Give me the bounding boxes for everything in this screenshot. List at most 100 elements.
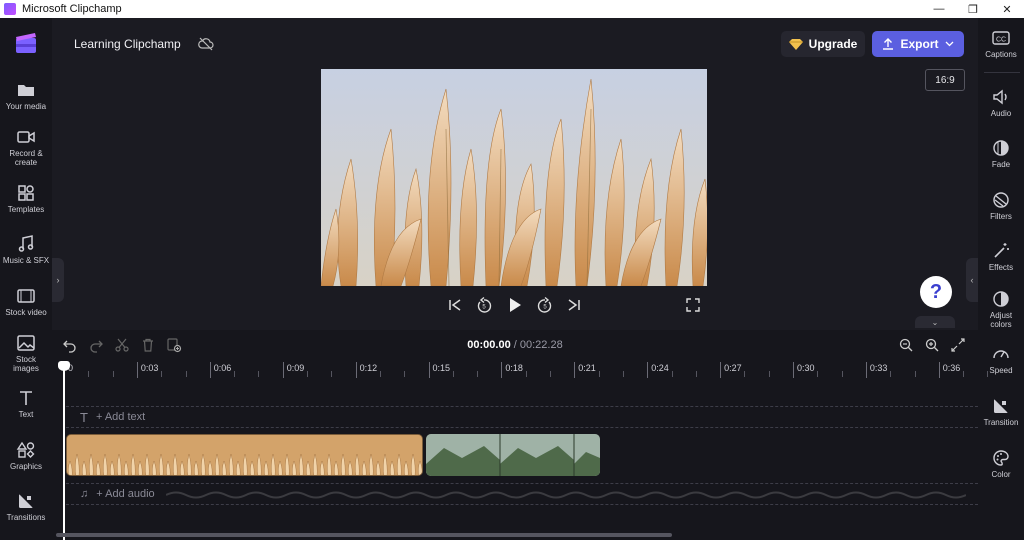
speedometer-icon xyxy=(993,350,1009,359)
ruler-minor-tick xyxy=(841,371,843,377)
scissors-icon[interactable] xyxy=(114,337,130,353)
fullscreen-icon[interactable] xyxy=(684,296,702,314)
contrast-icon xyxy=(993,291,1009,307)
property-fade[interactable]: Fade xyxy=(978,138,1024,169)
property-label: Fade xyxy=(991,160,1011,169)
chevron-down-icon xyxy=(945,41,953,47)
sidebar-item-stock-images[interactable]: Stock images xyxy=(0,333,52,373)
clipchamp-logo[interactable] xyxy=(13,30,39,56)
property-audio[interactable]: Audio xyxy=(978,87,1024,118)
restore-button[interactable]: ❐ xyxy=(956,0,990,18)
captions-icon: CC xyxy=(992,31,1010,45)
project-title[interactable]: Learning Clipchamp xyxy=(64,31,191,57)
ruler-tick: 0:06 xyxy=(209,362,231,378)
timeline-ruler[interactable]: 0 0:03 0:06 0:09 0:12 0:15 0:18 0:21 0:24 0:27 0:3… xyxy=(62,362,989,380)
ruler-tick: 0:27 xyxy=(720,362,742,378)
ruler-minor-tick xyxy=(307,371,308,377)
ruler-tick: 0:12 xyxy=(355,362,377,378)
sidebar-item-label: Record & create xyxy=(9,149,43,167)
export-button[interactable]: Export xyxy=(872,31,964,57)
sidebar-item-transitions[interactable]: Transitions xyxy=(0,491,52,522)
sidebar-item-templates[interactable]: Templates xyxy=(0,183,52,214)
text-track[interactable]: T + Add text xyxy=(66,406,978,428)
upgrade-button[interactable]: Upgrade xyxy=(781,31,865,57)
timecode: 00:00.00 / 00:22.28 xyxy=(450,339,580,351)
image-icon xyxy=(17,335,35,351)
ruler-minor-tick xyxy=(890,371,892,377)
property-speed[interactable]: Speed xyxy=(978,344,1024,375)
sidebar-item-record-create[interactable]: Record & create xyxy=(0,127,52,167)
video-preview[interactable] xyxy=(321,69,707,286)
fade-icon xyxy=(993,140,1009,156)
skip-to-start-icon[interactable] xyxy=(446,296,464,314)
redo-icon[interactable] xyxy=(88,337,104,353)
ruler-tick: 0:24 xyxy=(647,362,669,378)
rewind-5-icon[interactable]: 5 xyxy=(475,296,493,314)
svg-text:5: 5 xyxy=(482,305,486,311)
ruler-minor-tick xyxy=(963,371,965,377)
add-to-timeline-icon[interactable] xyxy=(166,337,182,353)
aspect-ratio-button[interactable]: 16:9 xyxy=(925,69,965,91)
time-separator: / xyxy=(510,339,520,351)
property-effects[interactable]: Effects xyxy=(978,241,1024,272)
ruler-tick: 0:36 xyxy=(938,362,960,378)
collapse-left-panel-button[interactable]: › xyxy=(52,258,64,302)
zoom-out-icon[interactable] xyxy=(898,337,914,353)
playhead[interactable] xyxy=(63,366,65,540)
ruler-minor-tick xyxy=(331,371,333,377)
forward-5-icon[interactable]: 5 xyxy=(536,296,554,314)
undo-icon[interactable] xyxy=(62,337,78,353)
property-transition[interactable]: Transition xyxy=(978,396,1024,427)
video-clip-mountain[interactable] xyxy=(426,434,600,476)
collapse-right-panel-button[interactable]: ‹ xyxy=(966,258,978,302)
ruler-minor-tick xyxy=(768,371,770,377)
ruler-minor-tick xyxy=(112,371,114,377)
sidebar-item-label: Text xyxy=(18,410,34,419)
transitions-icon xyxy=(19,494,33,508)
property-color[interactable]: Color xyxy=(978,448,1024,479)
property-label: Color xyxy=(991,470,1011,479)
help-button[interactable]: ? xyxy=(920,276,952,308)
ruler-minor-tick xyxy=(234,371,236,377)
property-label: Effects xyxy=(988,263,1014,272)
ruler-tick: 0:30 xyxy=(793,362,815,378)
timeline-scrollbar[interactable] xyxy=(56,533,672,537)
sidebar-item-label: Stock images xyxy=(13,355,39,373)
svg-text:5: 5 xyxy=(543,305,547,311)
add-audio-label: + Add audio xyxy=(96,488,155,500)
audio-track[interactable]: ♫ + Add audio xyxy=(66,483,978,505)
clip-thumbnails xyxy=(67,435,422,475)
playhead-handle[interactable] xyxy=(58,361,70,371)
waveform-placeholder xyxy=(166,491,966,499)
video-clip-pampas[interactable] xyxy=(66,434,423,476)
property-filters[interactable]: Filters xyxy=(978,190,1024,221)
property-label: Transition xyxy=(983,418,1019,427)
property-captions[interactable]: CC Captions xyxy=(978,28,1024,59)
film-icon xyxy=(17,289,35,303)
cloud-off-icon[interactable] xyxy=(197,35,215,53)
property-adjust-colors[interactable]: Adjust colors xyxy=(978,289,1024,329)
property-label: Adjust colors xyxy=(989,311,1013,329)
window-titlebar: Microsoft Clipchamp — ❐ ✕ xyxy=(0,0,1024,18)
fit-timeline-icon[interactable] xyxy=(950,337,966,353)
sidebar-item-text[interactable]: Text xyxy=(0,388,52,419)
sidebar-item-music-sfx[interactable]: Music & SFX xyxy=(0,234,52,265)
sidebar-item-your-media[interactable]: Your media xyxy=(0,80,52,111)
sidebar-item-graphics[interactable]: Graphics xyxy=(0,440,52,471)
sidebar-item-stock-video[interactable]: Stock video xyxy=(0,286,52,317)
divider xyxy=(984,72,1020,73)
play-icon[interactable] xyxy=(506,296,524,314)
minimize-button[interactable]: — xyxy=(922,0,956,18)
zoom-in-icon[interactable] xyxy=(924,337,940,353)
trash-icon[interactable] xyxy=(140,337,156,353)
ruler-minor-tick xyxy=(550,371,551,377)
close-button[interactable]: ✕ xyxy=(990,0,1024,18)
ruler-minor-tick xyxy=(404,371,406,377)
skip-to-end-icon[interactable] xyxy=(565,296,583,314)
help-collapse-tab[interactable]: ⌄ xyxy=(915,316,955,328)
ruler-tick: 0:21 xyxy=(574,362,596,378)
music-note-icon: ♫ xyxy=(80,488,89,500)
property-label: Audio xyxy=(990,109,1012,118)
magic-wand-icon xyxy=(994,243,1009,258)
diamond-icon xyxy=(788,39,803,50)
